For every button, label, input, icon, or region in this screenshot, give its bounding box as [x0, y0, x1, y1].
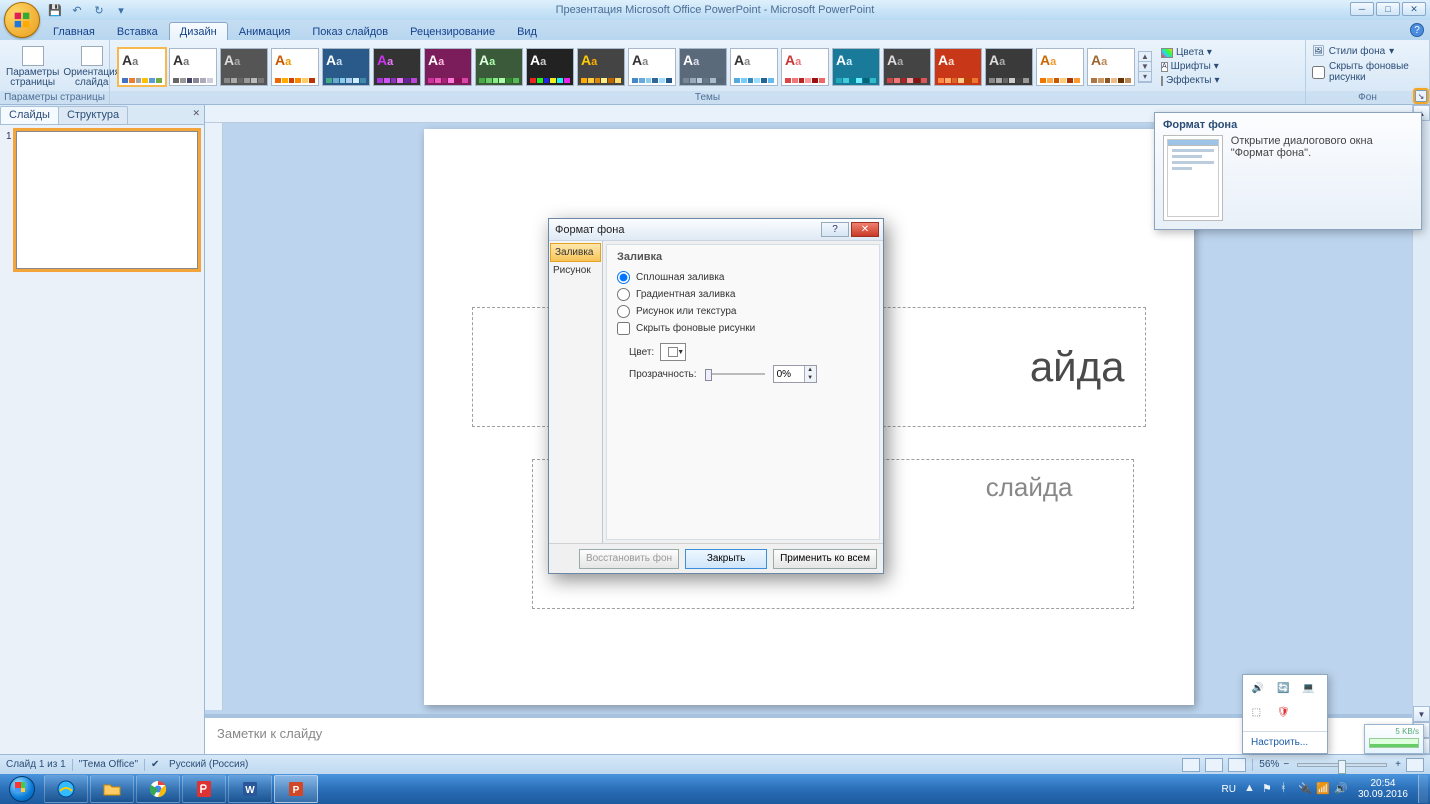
dialog-title-text: Формат фона — [555, 224, 625, 236]
label-solid-fill[interactable]: Сплошная заливка — [636, 272, 724, 283]
transparency-spinner: ▲▼ — [773, 365, 817, 383]
modal-veil: Формат фона ? ✕ Заливка Рисунок Заливка … — [0, 0, 1430, 804]
dialog-close-button[interactable]: ✕ — [851, 222, 879, 237]
radio-gradient-fill[interactable] — [617, 288, 630, 301]
color-label: Цвет: — [629, 347, 654, 358]
chevron-down-icon: ▼ — [677, 349, 684, 356]
format-background-dialog: Формат фона ? ✕ Заливка Рисунок Заливка … — [548, 218, 884, 574]
radio-picture-fill[interactable] — [617, 305, 630, 318]
transparency-input[interactable] — [774, 366, 804, 382]
label-hide-bg[interactable]: Скрыть фоновые рисунки — [636, 323, 755, 334]
dialog-category-list: Заливка Рисунок — [549, 241, 603, 543]
color-dropdown[interactable]: ▼ — [660, 343, 686, 361]
spinner-down-icon[interactable]: ▼ — [805, 374, 816, 382]
dialog-cat-picture[interactable]: Рисунок — [549, 262, 602, 279]
dialog-reset-button: Восстановить фон — [579, 549, 679, 569]
dialog-titlebar[interactable]: Формат фона ? ✕ — [549, 219, 883, 241]
label-gradient-fill[interactable]: Градиентная заливка — [636, 289, 735, 300]
dialog-apply-all-button[interactable]: Применить ко всем — [773, 549, 877, 569]
dialog-button-row: Восстановить фон Закрыть Применить ко вс… — [549, 543, 883, 573]
radio-solid-fill[interactable] — [617, 271, 630, 284]
dialog-heading: Заливка — [617, 251, 869, 263]
spinner-up-icon[interactable]: ▲ — [805, 366, 816, 374]
label-picture-fill[interactable]: Рисунок или текстура — [636, 306, 737, 317]
dialog-help-button[interactable]: ? — [821, 222, 849, 237]
dialog-cat-fill[interactable]: Заливка — [550, 243, 601, 262]
checkbox-hide-bg[interactable] — [617, 322, 630, 335]
dialog-content: Заливка Сплошная заливка Градиентная зал… — [606, 244, 880, 540]
dialog-close-btn[interactable]: Закрыть — [685, 549, 767, 569]
transparency-label: Прозрачность: — [629, 369, 697, 380]
transparency-slider[interactable] — [705, 367, 765, 381]
